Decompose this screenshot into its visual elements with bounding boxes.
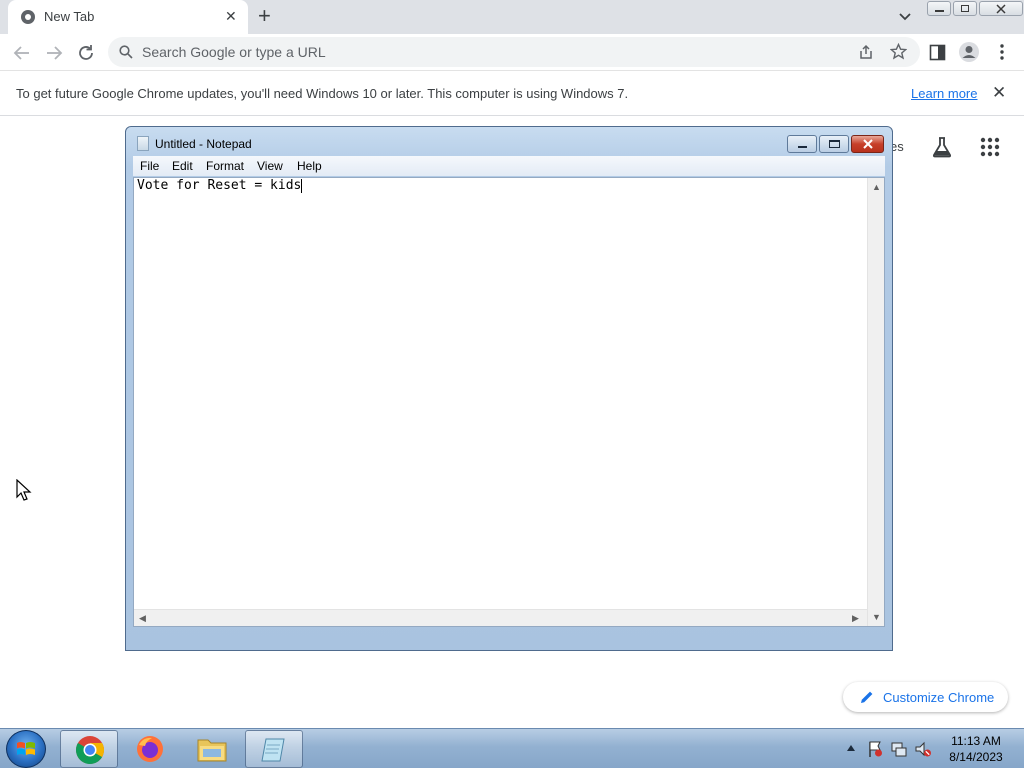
notepad-text-area[interactable]: Vote for Reset = kids ▲ ▼ ◀ ▶ (133, 177, 885, 627)
chrome-favicon-icon (21, 10, 35, 24)
system-tray: 11:13 AM 8/14/2023 (842, 729, 1024, 768)
horizontal-scrollbar[interactable]: ◀ ▶ (134, 609, 867, 626)
menu-help[interactable]: Help (297, 159, 322, 173)
clock-date[interactable]: 8/14/2023 (944, 750, 1008, 764)
back-icon[interactable] (11, 42, 33, 64)
network-icon[interactable] (890, 740, 908, 758)
notepad-minimize-button[interactable] (787, 135, 817, 153)
customize-chrome-button[interactable]: Customize Chrome (843, 682, 1008, 712)
mouse-pointer-icon (16, 479, 32, 501)
new-tab-button[interactable]: + (258, 4, 271, 28)
notepad-menubar: File Edit Format View Help (133, 156, 885, 176)
bookmark-star-icon[interactable] (890, 43, 907, 60)
scroll-left-arrow-icon[interactable]: ◀ (139, 613, 146, 623)
notepad-app-icon (137, 136, 149, 151)
share-icon[interactable] (858, 44, 874, 60)
close-window-button[interactable] (979, 1, 1023, 16)
restore-button[interactable] (953, 1, 977, 16)
action-center-flag-icon[interactable] (867, 740, 883, 758)
firefox-icon (137, 736, 163, 762)
file-explorer-icon (197, 739, 227, 762)
text-caret (301, 178, 303, 193)
tab-search-chevron-icon[interactable] (896, 8, 914, 26)
scroll-up-arrow-icon[interactable]: ▲ (872, 182, 881, 192)
infobar-close-icon[interactable]: ✕ (992, 83, 1006, 103)
search-icon (119, 45, 133, 59)
taskbar-firefox[interactable] (121, 730, 179, 768)
browser-toolbar: Search Google or type a URL (0, 34, 1024, 71)
notepad-text: Vote for Reset = kids (137, 178, 302, 193)
omnibox[interactable]: Search Google or type a URL (108, 37, 920, 67)
menu-format[interactable]: Format (206, 159, 244, 173)
start-orb-icon[interactable] (6, 730, 46, 768)
notepad-close-button[interactable] (851, 135, 884, 153)
menu-file[interactable]: File (140, 159, 159, 173)
notepad-content: Vote for Reset = kids (137, 178, 303, 193)
reload-icon[interactable] (75, 42, 97, 64)
chrome-icon (76, 736, 104, 764)
infobar-message: To get future Google Chrome updates, you… (16, 86, 629, 101)
volume-muted-icon[interactable] (914, 740, 932, 758)
minimize-button[interactable] (927, 1, 951, 16)
omnibox-placeholder: Search Google or type a URL (142, 44, 326, 60)
menu-dots-icon[interactable] (995, 43, 1009, 61)
scroll-down-arrow-icon[interactable]: ▼ (872, 612, 881, 622)
customize-chrome-label: Customize Chrome (883, 690, 995, 705)
menu-edit[interactable]: Edit (172, 159, 193, 173)
pencil-icon (861, 691, 873, 703)
tab-title: New Tab (44, 9, 95, 24)
learn-more-link[interactable]: Learn more (911, 86, 977, 101)
tab-new-tab[interactable]: New Tab ✕ (8, 0, 248, 34)
taskbar-notepad[interactable] (245, 730, 303, 768)
profile-icon[interactable] (958, 41, 980, 63)
notepad-title: Untitled - Notepad (155, 137, 252, 151)
apps-grid-icon[interactable] (980, 137, 1000, 157)
clock-time[interactable]: 11:13 AM (946, 734, 1006, 748)
taskbar-chrome[interactable] (60, 730, 118, 768)
side-panel-icon[interactable] (929, 44, 946, 61)
scroll-right-arrow-icon[interactable]: ▶ (852, 613, 859, 623)
notepad-window[interactable]: Untitled - Notepad File Edit Format View… (125, 126, 893, 651)
menu-view[interactable]: View (257, 159, 283, 173)
close-icon (996, 4, 1006, 14)
show-hidden-icons-arrow[interactable] (846, 744, 856, 752)
labs-flask-icon[interactable] (930, 135, 954, 159)
notepad-maximize-button[interactable] (819, 135, 849, 153)
taskbar-file-explorer[interactable] (183, 730, 241, 768)
forward-icon[interactable] (43, 42, 65, 64)
tab-close-icon[interactable]: ✕ (225, 8, 237, 24)
tab-strip: New Tab ✕ + (0, 0, 1024, 34)
close-icon (863, 139, 873, 149)
update-infobar: To get future Google Chrome updates, you… (0, 71, 1024, 116)
vertical-scrollbar[interactable]: ▲ ▼ (867, 178, 884, 626)
windows-taskbar: 11:13 AM 8/14/2023 (0, 728, 1024, 768)
windows-logo-icon (17, 742, 35, 755)
notepad-icon (261, 738, 285, 762)
